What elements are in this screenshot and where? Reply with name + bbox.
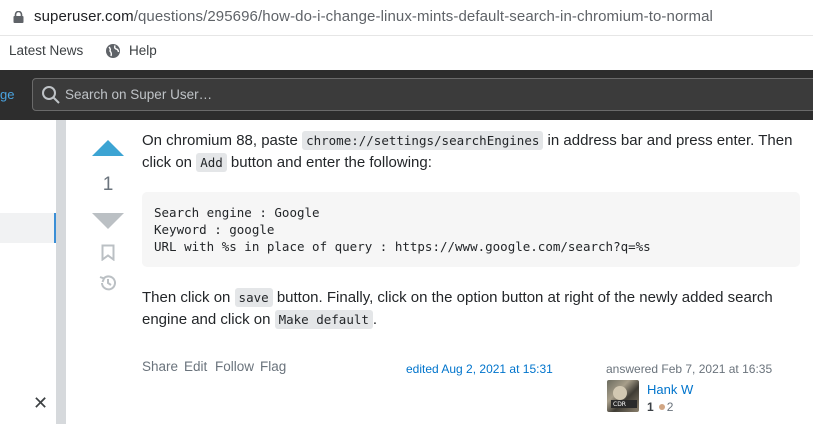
close-icon[interactable]: ✕	[33, 393, 48, 413]
flag-link[interactable]: Flag	[260, 359, 286, 374]
answer-body: On chromium 88, paste chrome://settings/…	[142, 130, 802, 174]
inline-code: save	[234, 288, 273, 307]
avatar[interactable]: CDR	[607, 380, 639, 412]
sidebar-selected-item[interactable]	[0, 213, 57, 243]
downvote-button[interactable]	[92, 213, 124, 229]
reputation-score: 1	[647, 400, 654, 414]
user-name-link[interactable]: Hank W	[647, 382, 693, 397]
text: On chromium 88, paste	[142, 132, 303, 149]
answered-timestamp: answered Feb 7, 2021 at 16:35	[606, 362, 773, 376]
bronze-count: 2	[666, 400, 674, 414]
inline-code: Make default	[274, 310, 373, 329]
edit-link[interactable]: Edit	[184, 359, 207, 374]
text: Then click on	[142, 289, 235, 306]
upvote-button[interactable]	[92, 140, 124, 156]
bookmark-help[interactable]: Help	[129, 43, 157, 58]
header-link-fragment[interactable]: ge	[0, 87, 14, 102]
bookmark-icon[interactable]	[101, 244, 115, 261]
code-block: Search engine : Google Keyword : google …	[142, 192, 800, 267]
lock-icon	[13, 11, 24, 23]
code-line: Search engine : Google	[154, 205, 320, 220]
avatar-text: CDR	[613, 401, 626, 408]
globe-icon	[106, 44, 120, 58]
sidebar-scrollbar[interactable]	[56, 120, 66, 424]
inline-code: Add	[196, 153, 227, 172]
site-header: ge Search on Super User…	[0, 70, 813, 120]
bookmarks-bar: Latest News Help	[0, 36, 813, 70]
text: button and enter the following:	[226, 154, 432, 171]
url-host: superuser.com	[34, 8, 134, 25]
inline-code: chrome://settings/searchEngines	[302, 131, 544, 150]
url-text[interactable]: superuser.com/questions/295696/how-do-i-…	[34, 8, 713, 25]
search-input[interactable]: Search on Super User…	[32, 78, 813, 111]
code-line: URL with %s in place of query : https://…	[154, 239, 651, 254]
share-link[interactable]: Share	[142, 359, 178, 374]
history-icon[interactable]	[98, 273, 118, 293]
left-sidebar	[0, 120, 57, 424]
answer-paragraph-1: On chromium 88, paste chrome://settings/…	[142, 130, 802, 174]
search-placeholder: Search on Super User…	[65, 87, 213, 102]
user-reputation: 12	[647, 400, 673, 414]
bookmark-latest-news[interactable]: Latest News	[9, 43, 83, 58]
address-bar[interactable]: superuser.com/questions/295696/how-do-i-…	[0, 0, 813, 36]
bronze-badge-icon	[658, 404, 665, 411]
code-line: Keyword : google	[154, 222, 275, 237]
url-path: /questions/295696/how-do-i-change-linux-…	[133, 8, 713, 25]
edited-timestamp[interactable]: edited Aug 2, 2021 at 15:31	[406, 362, 553, 376]
follow-link[interactable]: Follow	[215, 359, 254, 374]
vote-count: 1	[102, 174, 114, 195]
search-icon	[42, 86, 60, 104]
text: .	[372, 311, 378, 328]
answer-paragraph-2: Then click on save button. Finally, clic…	[142, 287, 802, 331]
